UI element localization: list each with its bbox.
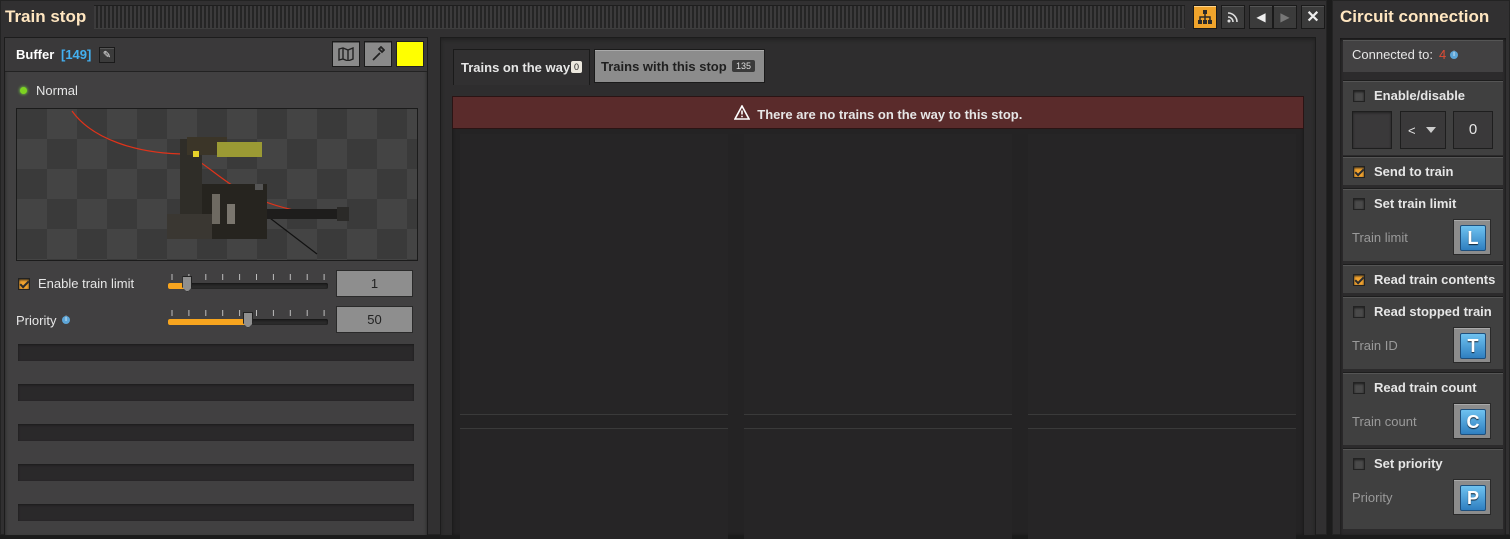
train-card [744, 428, 1012, 539]
warning-text: There are no trains on the way to this s… [757, 106, 1023, 122]
chevron-down-icon [1426, 127, 1436, 133]
send-to-train-section: Send to train [1343, 156, 1503, 185]
train-id-label: Train ID [1352, 338, 1398, 353]
train-stop-titlebar[interactable]: Train stop ◀ ▶ ✕ [0, 0, 1327, 34]
train-card [744, 134, 1012, 415]
station-name: Buffer [16, 47, 55, 62]
status-dot-icon [20, 87, 27, 94]
circuit-title: Circuit connection [1340, 7, 1490, 26]
warning-banner: There are no trains on the way to this s… [452, 96, 1304, 129]
enable-disable-checkbox[interactable] [1353, 90, 1365, 102]
train-limit-value: 1 [370, 276, 379, 291]
enable-disable-section: Enable/disable < 0 [1343, 80, 1503, 155]
tab-badge: 135 [732, 60, 756, 72]
station-color-swatch[interactable] [396, 41, 424, 67]
info-icon: i [62, 316, 70, 324]
train-card [460, 134, 728, 415]
read-stopped-train-section: Read stopped train Train ID T [1343, 296, 1503, 369]
priority-input[interactable]: 50 [336, 306, 413, 333]
map-icon[interactable] [332, 41, 360, 67]
priority-signal-button[interactable]: P [1453, 479, 1491, 515]
enable-train-limit-checkbox[interactable] [18, 278, 30, 290]
send-to-train-label: Send to train [1374, 164, 1454, 179]
circuit-titlebar[interactable]: Circuit connection [1332, 0, 1510, 34]
network-icon[interactable] [1193, 5, 1217, 29]
train-card [460, 428, 728, 539]
enable-disable-label: Enable/disable [1374, 88, 1466, 103]
status-text: Normal [36, 83, 78, 98]
train-stop-window: Train stop ◀ ▶ ✕ Buffer [149] ✎ Normal E… [0, 0, 1327, 539]
signal-icon: C [1460, 409, 1486, 435]
tab-trains-with-this-stop[interactable]: Trains with this stop 135 [594, 49, 765, 83]
train-stop-image [71, 110, 349, 255]
station-count: [149] [61, 47, 92, 62]
priority-signal-label: Priority [1352, 490, 1393, 505]
empty-slot [18, 424, 414, 441]
tab-badge: 0 [571, 61, 583, 73]
read-stopped-train-label: Read stopped train [1374, 304, 1492, 319]
enable-train-limit-label: Enable train limit [38, 276, 135, 291]
close-icon[interactable]: ✕ [1301, 5, 1325, 29]
empty-slot [18, 504, 414, 521]
train-id-signal-button[interactable]: T [1453, 327, 1491, 363]
priority-slider[interactable] [168, 306, 328, 328]
priority-slider-handle[interactable] [243, 312, 253, 328]
empty-slot [18, 344, 414, 361]
train-card [1028, 134, 1296, 415]
train-card [1028, 428, 1296, 539]
read-stopped-train-checkbox[interactable] [1353, 306, 1365, 318]
read-train-contents-checkbox[interactable] [1353, 274, 1365, 286]
set-train-limit-checkbox[interactable] [1353, 198, 1365, 210]
read-train-contents-section: Read train contents [1343, 264, 1503, 293]
priority-value: 50 [367, 312, 382, 327]
prev-icon[interactable]: ◀ [1249, 5, 1273, 29]
connected-label: Connected to: [1352, 47, 1433, 62]
empty-slot [18, 384, 414, 401]
train-limit-signal-button[interactable]: L [1453, 219, 1491, 255]
connected-row: Connected to: 4 i [1343, 40, 1503, 72]
read-train-count-label: Read train count [1374, 380, 1477, 395]
train-limit-slider[interactable] [168, 270, 328, 292]
comparator-dropdown[interactable]: < [1400, 111, 1446, 149]
train-count-label: Train count [1352, 414, 1417, 429]
set-train-limit-label: Set train limit [1374, 196, 1457, 211]
read-train-count-checkbox[interactable] [1353, 382, 1365, 394]
train-limit-input[interactable]: 1 [336, 270, 413, 297]
window-title: Train stop [5, 7, 87, 26]
condition-signal-slot[interactable] [1352, 111, 1392, 149]
empty-slot [18, 464, 414, 481]
tab-trains-on-the-way[interactable]: Trains on the way 0 [453, 49, 590, 85]
set-train-limit-section: Set train limit Train limit L [1343, 188, 1503, 261]
warning-icon [733, 104, 750, 123]
info-icon: i [1450, 51, 1458, 59]
trains-panel: Trains on the way 0 Trains with this sto… [441, 38, 1315, 539]
station-panel: Buffer [149] ✎ Normal Enable train limit… [5, 38, 427, 535]
train-count-signal-button[interactable]: C [1453, 403, 1491, 439]
signal-icon: T [1460, 333, 1486, 359]
wifi-icon[interactable] [1221, 5, 1245, 29]
station-preview[interactable] [16, 108, 418, 261]
constant-value: 0 [1468, 121, 1478, 138]
set-priority-section: Set priority Priority P [1343, 448, 1503, 529]
signal-icon: P [1460, 485, 1486, 511]
eyedropper-icon[interactable] [364, 41, 392, 67]
set-priority-label: Set priority [1374, 456, 1443, 471]
signal-icon: L [1460, 225, 1486, 251]
priority-label: Priority [16, 313, 57, 328]
train-limit-label: Train limit [1352, 230, 1408, 245]
send-to-train-checkbox[interactable] [1353, 166, 1365, 178]
rename-icon[interactable]: ✎ [99, 47, 115, 63]
tab-label: Trains with this stop [601, 59, 727, 74]
drag-handle[interactable] [94, 5, 1185, 29]
train-limit-slider-handle[interactable] [182, 276, 193, 292]
tab-label: Trains on the way [461, 60, 571, 75]
read-train-count-section: Read train count Train count C [1343, 372, 1503, 445]
trains-list-area: There are no trains on the way to this s… [452, 96, 1304, 539]
connected-value: 4 [1439, 47, 1447, 62]
constant-slot[interactable]: 0 [1453, 111, 1493, 149]
read-train-contents-label: Read train contents [1374, 272, 1496, 287]
set-priority-checkbox[interactable] [1353, 458, 1365, 470]
comparator-value: < [1408, 123, 1416, 138]
next-icon[interactable]: ▶ [1273, 5, 1297, 29]
